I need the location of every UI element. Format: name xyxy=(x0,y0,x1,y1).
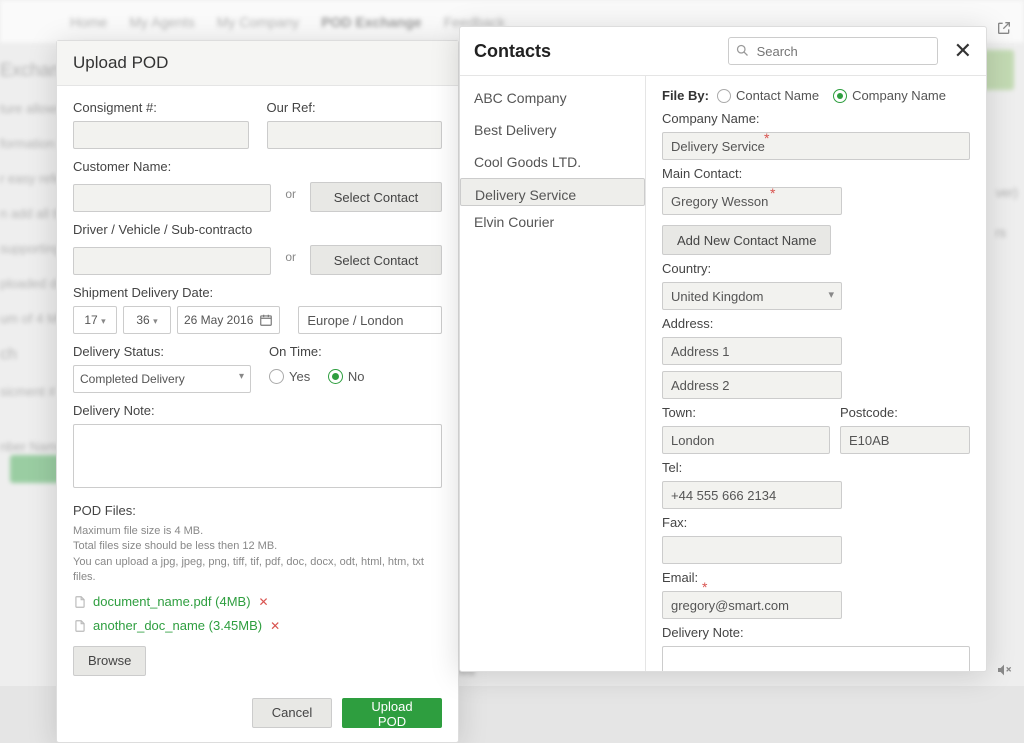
list-item[interactable]: Cool Goods LTD. xyxy=(460,146,645,178)
ontime-no-radio[interactable]: No xyxy=(328,369,365,384)
list-item[interactable]: Delivery Service xyxy=(460,178,645,206)
search-box xyxy=(728,37,938,65)
select-contact-button-2[interactable]: Select Contact xyxy=(310,245,442,275)
ontime-yes-radio[interactable]: Yes xyxy=(269,369,310,384)
remove-file-icon[interactable]: ✕ xyxy=(259,595,269,609)
speaker-muted-icon[interactable] xyxy=(996,662,1012,678)
detail-note-textarea[interactable] xyxy=(662,646,970,671)
address2-input[interactable] xyxy=(662,371,842,399)
ourref-input[interactable] xyxy=(267,121,443,149)
main-contact-input[interactable] xyxy=(662,187,842,215)
select-contact-button[interactable]: Select Contact xyxy=(310,182,442,212)
external-link-icon[interactable] xyxy=(996,20,1012,36)
status-select[interactable]: Completed Delivery xyxy=(73,365,251,393)
driver-input[interactable] xyxy=(73,247,271,275)
file-icon xyxy=(73,618,87,634)
file-icon xyxy=(73,594,87,610)
contacts-list: ABC Company Best Delivery Cool Goods LTD… xyxy=(460,76,646,671)
detail-note-label: Delivery Note: xyxy=(662,625,970,640)
upload-pod-modal: Upload POD Consigment #: Our Ref: Custom… xyxy=(56,40,459,743)
country-label: Country: xyxy=(662,261,970,276)
status-label: Delivery Status: xyxy=(73,344,251,359)
address-label: Address: xyxy=(662,316,970,331)
file-item: another_doc_name (3.45MB) ✕ xyxy=(73,618,442,634)
minute-select[interactable]: 36 ▾ xyxy=(123,306,171,334)
close-icon[interactable]: ✕ xyxy=(954,38,972,64)
email-label: Email: xyxy=(662,570,970,585)
timezone-input[interactable] xyxy=(298,306,442,334)
remove-file-icon[interactable]: ✕ xyxy=(270,619,280,633)
help-text: Maximum file size is 4 MB. Total files s… xyxy=(73,524,442,586)
note-label: Delivery Note: xyxy=(73,403,442,418)
list-item[interactable]: Best Delivery xyxy=(460,114,645,146)
contacts-title: Contacts xyxy=(474,41,551,62)
date-picker[interactable]: 26 May 2016 xyxy=(177,306,280,334)
driver-label: Driver / Vehicle / Sub-contracto xyxy=(73,222,442,237)
tel-input[interactable] xyxy=(662,481,842,509)
contact-detail: File By: Contact Name Company Name Compa… xyxy=(646,76,986,671)
delivery-note-textarea[interactable] xyxy=(73,424,442,488)
hour-select[interactable]: 17 ▾ xyxy=(73,306,117,334)
or-text: or xyxy=(277,180,304,208)
email-input[interactable] xyxy=(662,591,842,619)
ontime-label: On Time: xyxy=(269,344,442,359)
address1-input[interactable] xyxy=(662,337,842,365)
fax-input[interactable] xyxy=(662,536,842,564)
postcode-label: Postcode: xyxy=(840,405,970,420)
file-item: document_name.pdf (4MB) ✕ xyxy=(73,594,442,610)
postcode-input[interactable] xyxy=(840,426,970,454)
fileby-company-radio[interactable]: Company Name xyxy=(833,88,946,103)
file-link[interactable]: document_name.pdf (4MB) xyxy=(93,594,251,609)
list-item[interactable]: ABC Company xyxy=(460,82,645,114)
ourref-label: Our Ref: xyxy=(267,100,443,115)
add-contact-button[interactable]: Add New Contact Name xyxy=(662,225,831,255)
fax-label: Fax: xyxy=(662,515,970,530)
search-input[interactable] xyxy=(728,37,938,65)
fileby-contact-radio[interactable]: Contact Name xyxy=(717,88,819,103)
consignment-input[interactable] xyxy=(73,121,249,149)
list-item[interactable]: Elvin Courier xyxy=(460,206,645,238)
town-label: Town: xyxy=(662,405,830,420)
calendar-icon xyxy=(259,313,273,327)
customer-input[interactable] xyxy=(73,184,271,212)
town-input[interactable] xyxy=(662,426,830,454)
country-select[interactable] xyxy=(662,282,842,310)
search-icon xyxy=(735,43,750,58)
fileby-label: File By: xyxy=(662,88,709,103)
company-name-label: Company Name: xyxy=(662,111,970,126)
consignment-label: Consigment #: xyxy=(73,100,249,115)
tel-label: Tel: xyxy=(662,460,970,475)
customer-label: Customer Name: xyxy=(73,159,442,174)
shipdate-label: Shipment Delivery Date: xyxy=(73,285,442,300)
contacts-modal: Contacts ✕ ABC Company Best Delivery Coo… xyxy=(459,26,987,672)
cancel-button[interactable]: Cancel xyxy=(252,698,332,728)
browse-button[interactable]: Browse xyxy=(73,646,146,676)
company-name-input[interactable] xyxy=(662,132,970,160)
modal-title: Upload POD xyxy=(57,41,458,86)
podfiles-label: POD Files: xyxy=(73,503,442,518)
file-link[interactable]: another_doc_name (3.45MB) xyxy=(93,618,262,633)
upload-pod-button[interactable]: Upload POD xyxy=(342,698,442,728)
main-contact-label: Main Contact: xyxy=(662,166,970,181)
